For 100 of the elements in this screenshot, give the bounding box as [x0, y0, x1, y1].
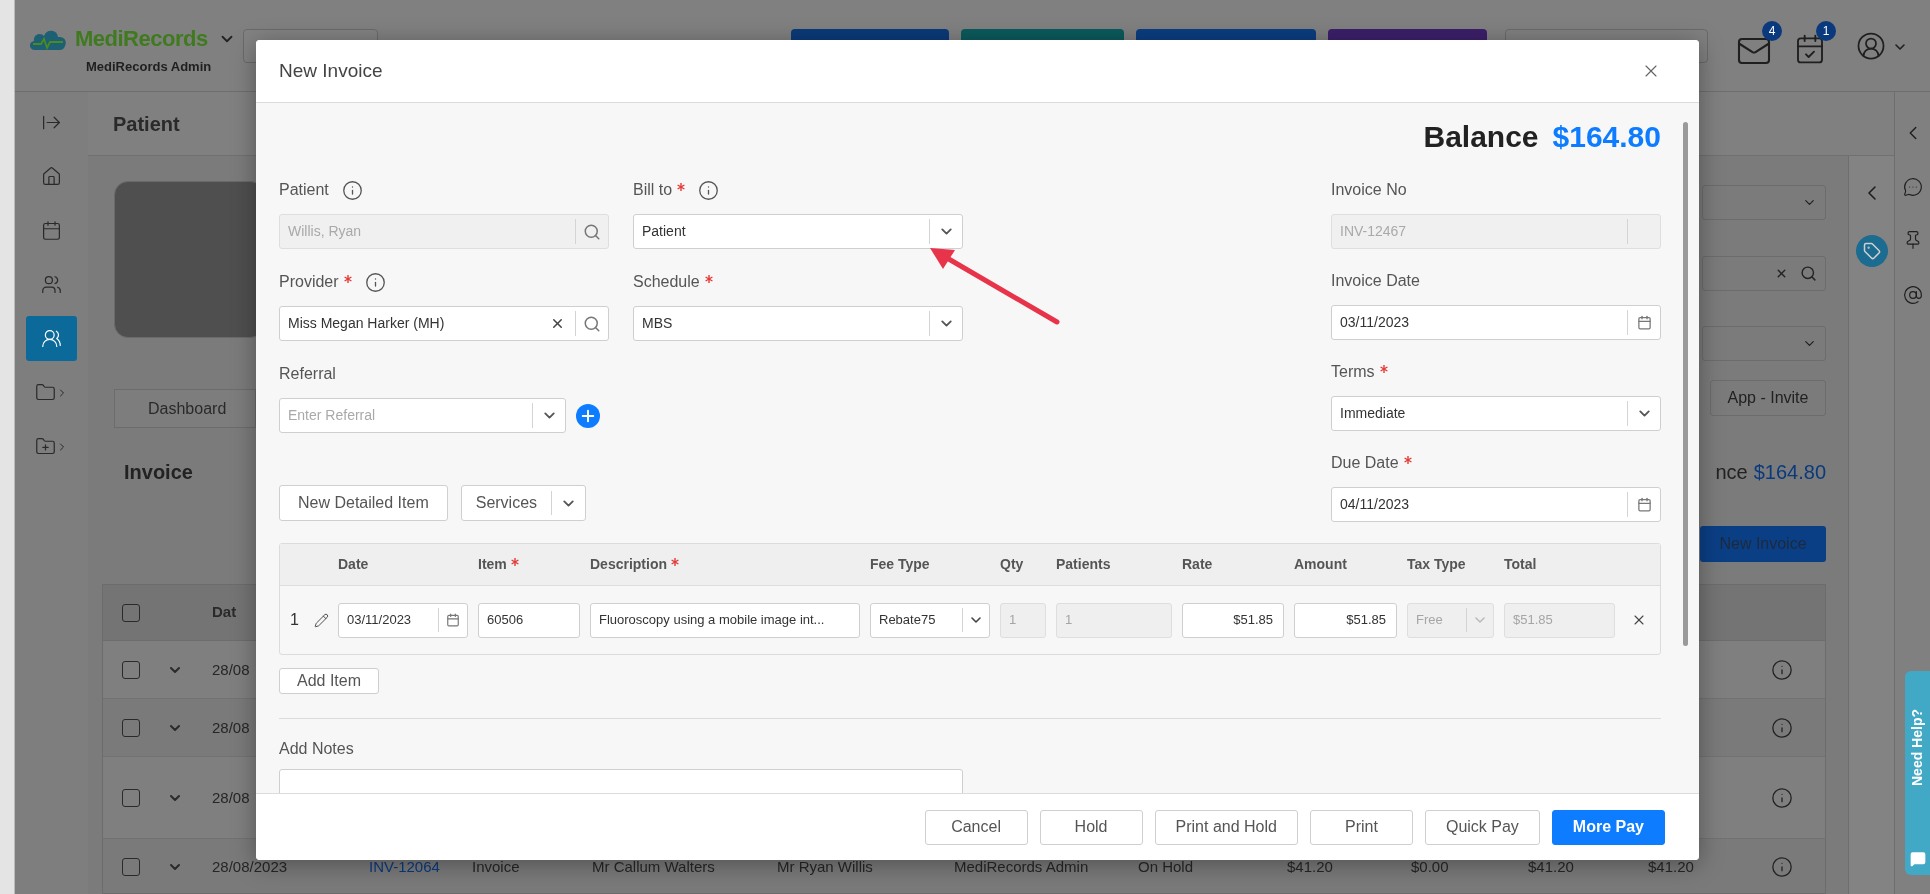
input-field[interactable]: Fluoroscopy using a mobile image int... [590, 602, 860, 638]
table-cell: $41.20 [1648, 857, 1694, 875]
checkbox[interactable] [122, 603, 140, 622]
calendar-icon [41, 220, 62, 241]
field-input[interactable]: 04/11/2023 [1340, 494, 1627, 515]
info-icon[interactable] [1771, 716, 1793, 739]
field-label: Referral [279, 364, 336, 384]
table-cell: MediRecords Admin [954, 857, 1089, 875]
cell-input[interactable]: $51.85 [1303, 610, 1396, 630]
column-header: Qty [1000, 555, 1024, 574]
footer-button[interactable]: More Pay [1551, 809, 1665, 845]
search-field[interactable] [1702, 256, 1826, 291]
cell-input[interactable]: 03/11/2023 [347, 610, 438, 630]
cell-input[interactable]: Rebate75 [879, 610, 962, 630]
cell-input[interactable]: $51.85 [1191, 610, 1283, 630]
calendar-icon[interactable] [1636, 497, 1652, 512]
organization-name: MediRecords Admin [86, 58, 213, 76]
chat-bubble-icon [1909, 851, 1926, 867]
select-field[interactable]: Rebate75 [870, 602, 990, 638]
table-cell: Mr Ryan Willis [777, 857, 873, 875]
search-icon [1800, 265, 1817, 282]
search-field[interactable]: Miss Megan Harker (MH) [279, 306, 609, 341]
page-title: Patient [113, 111, 180, 137]
split-button[interactable]: Services [460, 485, 587, 521]
date-field[interactable]: 03/11/2023 [1331, 305, 1661, 340]
invite-button[interactable]: App - Invite [1710, 380, 1826, 416]
field-input[interactable]: Patient [642, 221, 929, 242]
field-input[interactable]: MBS [642, 313, 929, 334]
info-icon[interactable] [1771, 786, 1793, 809]
table-cell: 28/08 [212, 660, 250, 678]
balance-amount: $164.80 [1552, 119, 1661, 155]
checkbox[interactable] [122, 857, 140, 876]
column-header: Description [590, 555, 667, 574]
info-icon[interactable] [1771, 855, 1793, 878]
clear-icon [1775, 267, 1788, 280]
table-cell: 28/08 [212, 718, 250, 736]
input-field[interactable]: $51.85 [1294, 602, 1397, 638]
date-field[interactable]: 03/11/2023 [338, 602, 468, 638]
table-cell: $41.20 [1287, 857, 1333, 875]
add-item-button[interactable]: Add Item [279, 668, 380, 694]
footer-button[interactable]: Cancel [924, 809, 1028, 845]
section-title: Invoice [124, 460, 194, 485]
count-badge: 4 [1762, 21, 1782, 41]
table-cell: $41.20 [1528, 857, 1574, 875]
checkbox[interactable] [122, 660, 140, 679]
add-button[interactable] [576, 403, 600, 428]
row-number: 1 [290, 610, 300, 630]
checkbox[interactable] [122, 788, 140, 807]
table-cell: 28/08 [212, 788, 250, 806]
tag-button[interactable] [1855, 235, 1888, 267]
column-header: Patients [1056, 555, 1111, 574]
edit-icon[interactable] [314, 612, 329, 628]
field-input[interactable]: 03/11/2023 [1340, 312, 1627, 333]
input-field[interactable]: 60506 [478, 602, 580, 638]
cell-input[interactable]: Fluoroscopy using a mobile image int... [599, 610, 859, 630]
field-input[interactable]: Immediate [1340, 403, 1627, 424]
sidebar-button[interactable] [26, 316, 77, 361]
field-label: Patient [279, 180, 329, 200]
balance-label: nce [1715, 460, 1748, 485]
calendar-icon[interactable] [1636, 315, 1652, 330]
user-icon[interactable] [1856, 31, 1886, 61]
select-field[interactable] [1702, 185, 1826, 220]
footer-button[interactable]: Print and Hold [1154, 809, 1298, 845]
tab[interactable]: Dashboard [114, 389, 256, 428]
folder-plus-icon [35, 436, 56, 457]
footer-button[interactable]: Print [1309, 809, 1413, 845]
at-sign-icon[interactable] [1902, 285, 1923, 305]
field-label: Provider [279, 272, 339, 292]
footer-button[interactable]: Hold [1039, 809, 1143, 845]
select-field[interactable]: Patient [633, 214, 963, 249]
calendar-icon[interactable] [446, 613, 460, 627]
select-field[interactable]: Immediate [1331, 396, 1661, 431]
footer-button[interactable]: Quick Pay [1424, 809, 1540, 845]
column-header: Fee Type [870, 555, 930, 574]
input-field[interactable]: $51.85 [1182, 602, 1284, 638]
info-icon[interactable] [1771, 658, 1793, 681]
checkbox[interactable] [122, 718, 140, 737]
date-field[interactable]: 04/11/2023 [1331, 487, 1661, 522]
field-input[interactable]: Miss Megan Harker (MH) [288, 313, 550, 334]
field-label: Due Date [1331, 453, 1399, 473]
column-header: Tax Type [1407, 555, 1466, 574]
clear-icon[interactable] [550, 316, 565, 331]
chat-icon[interactable] [1902, 177, 1923, 197]
info-icon[interactable] [364, 271, 386, 293]
search-icon[interactable] [583, 314, 601, 333]
new-item-button[interactable]: New Detailed Item [279, 485, 448, 521]
field-label: Schedule [633, 272, 700, 292]
select-field[interactable]: MBS [633, 306, 963, 341]
column-header: Amount [1294, 555, 1347, 574]
balance-label: Balance [1423, 119, 1539, 155]
table-cell: $0.00 [1411, 857, 1449, 875]
info-icon[interactable] [698, 179, 720, 201]
scrollbar-thumb[interactable] [1683, 122, 1688, 646]
column-header: Item [478, 555, 507, 574]
field-label: Invoice No [1331, 180, 1407, 200]
calendar-check-icon[interactable] [1794, 33, 1826, 65]
balance-amount: $164.80 [1753, 460, 1826, 485]
field-input[interactable]: Enter Referral [288, 405, 532, 426]
select-field[interactable] [1702, 326, 1826, 361]
cell-input[interactable]: 60506 [487, 610, 579, 630]
